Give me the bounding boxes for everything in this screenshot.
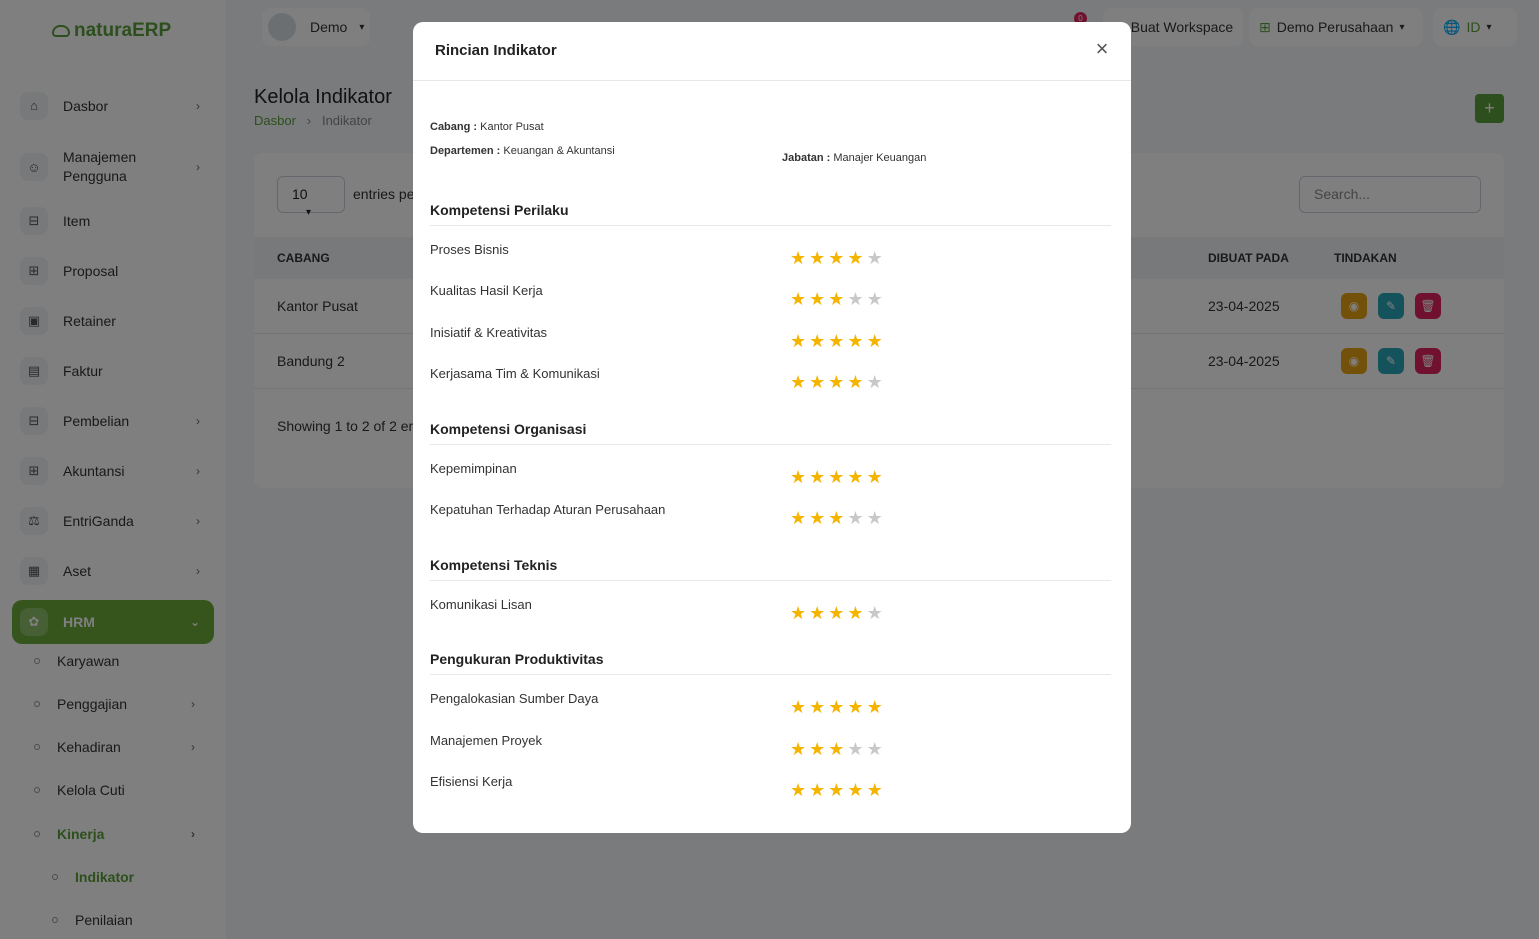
- star-icon: ★: [866, 289, 883, 309]
- criterion-name: Kepemimpinan: [430, 461, 517, 476]
- modal-title: Rincian Indikator: [435, 42, 557, 59]
- section-title: Kompetensi Perilaku: [430, 202, 1111, 226]
- modal-header: Rincian Indikator ×: [413, 22, 1131, 81]
- department-value: Keuangan & Akuntansi: [503, 145, 615, 157]
- star-icon: ★: [790, 331, 807, 351]
- star-icon: ★: [790, 248, 807, 268]
- star-icon: ★: [790, 697, 807, 717]
- star-icon: ★: [790, 780, 807, 800]
- star-icon: ★: [866, 739, 883, 759]
- indicator-detail-modal: Rincian Indikator × Cabang : Kantor Pusa…: [413, 22, 1131, 833]
- criterion-name: Efisiensi Kerja: [430, 774, 513, 789]
- star-rating: ★ ★ ★ ★ ★: [790, 698, 883, 716]
- section-title: Kompetensi Organisasi: [430, 421, 1111, 445]
- star-icon: ★: [866, 248, 883, 268]
- criterion-name: Komunikasi Lisan: [430, 597, 532, 612]
- star-rating: ★ ★ ★ ★ ★: [790, 740, 883, 758]
- star-icon: ★: [847, 697, 864, 717]
- star-icon: ★: [809, 248, 826, 268]
- star-icon: ★: [790, 739, 807, 759]
- star-icon: ★: [809, 289, 826, 309]
- star-icon: ★: [828, 467, 845, 487]
- criterion-name: Kerjasama Tim & Komunikasi: [430, 366, 600, 381]
- position-info: Jabatan : Manajer Keuangan: [782, 152, 926, 164]
- criterion-name: Manajemen Proyek: [430, 733, 542, 748]
- star-rating: ★ ★ ★ ★ ★: [790, 604, 883, 622]
- star-icon: ★: [809, 372, 826, 392]
- star-icon: ★: [809, 331, 826, 351]
- criterion-name: Pengalokasian Sumber Daya: [430, 691, 599, 706]
- star-rating: ★ ★ ★ ★ ★: [790, 249, 883, 267]
- star-icon: ★: [866, 508, 883, 528]
- star-icon: ★: [847, 289, 864, 309]
- star-icon: ★: [809, 739, 826, 759]
- star-rating: ★ ★ ★ ★ ★: [790, 509, 883, 527]
- section-title: Pengukuran Produktivitas: [430, 651, 1111, 675]
- star-icon: ★: [828, 780, 845, 800]
- star-icon: ★: [847, 603, 864, 623]
- star-icon: ★: [828, 603, 845, 623]
- position-label: Jabatan :: [782, 152, 831, 164]
- criterion-name: Inisiatif & Kreativitas: [430, 325, 548, 340]
- close-icon[interactable]: ×: [1092, 38, 1112, 60]
- star-icon: ★: [828, 739, 845, 759]
- star-icon: ★: [790, 508, 807, 528]
- star-icon: ★: [809, 697, 826, 717]
- star-icon: ★: [790, 289, 807, 309]
- star-icon: ★: [790, 603, 807, 623]
- star-icon: ★: [866, 603, 883, 623]
- star-icon: ★: [828, 697, 845, 717]
- star-rating: ★ ★ ★ ★ ★: [790, 373, 883, 391]
- star-icon: ★: [866, 372, 883, 392]
- star-icon: ★: [847, 467, 864, 487]
- star-icon: ★: [790, 467, 807, 487]
- star-icon: ★: [866, 467, 883, 487]
- star-icon: ★: [828, 248, 845, 268]
- department-info: Departemen : Keuangan & Akuntansi: [430, 145, 615, 157]
- star-rating: ★ ★ ★ ★ ★: [790, 290, 883, 308]
- star-icon: ★: [866, 780, 883, 800]
- star-icon: ★: [847, 780, 864, 800]
- criterion-name: Proses Bisnis: [430, 242, 509, 257]
- criterion-name: Kepatuhan Terhadap Aturan Perusahaan: [430, 502, 666, 517]
- star-icon: ★: [809, 467, 826, 487]
- star-icon: ★: [809, 780, 826, 800]
- star-icon: ★: [847, 331, 864, 351]
- star-icon: ★: [847, 739, 864, 759]
- star-rating: ★ ★ ★ ★ ★: [790, 781, 883, 799]
- branch-label: Cabang :: [430, 121, 478, 133]
- star-rating: ★ ★ ★ ★ ★: [790, 332, 883, 350]
- star-icon: ★: [809, 603, 826, 623]
- position-value: Manajer Keuangan: [833, 152, 927, 164]
- department-label: Departemen :: [430, 145, 501, 157]
- star-icon: ★: [866, 331, 883, 351]
- star-icon: ★: [828, 331, 845, 351]
- star-icon: ★: [847, 508, 864, 528]
- branch-info: Cabang : Kantor Pusat: [430, 121, 544, 133]
- star-icon: ★: [847, 248, 864, 268]
- star-icon: ★: [790, 372, 807, 392]
- section-title: Kompetensi Teknis: [430, 557, 1111, 581]
- star-icon: ★: [828, 289, 845, 309]
- star-icon: ★: [809, 508, 826, 528]
- star-icon: ★: [828, 508, 845, 528]
- criterion-name: Kualitas Hasil Kerja: [430, 283, 543, 298]
- branch-value: Kantor Pusat: [480, 121, 544, 133]
- star-icon: ★: [828, 372, 845, 392]
- star-icon: ★: [847, 372, 864, 392]
- star-rating: ★ ★ ★ ★ ★: [790, 468, 883, 486]
- star-icon: ★: [866, 697, 883, 717]
